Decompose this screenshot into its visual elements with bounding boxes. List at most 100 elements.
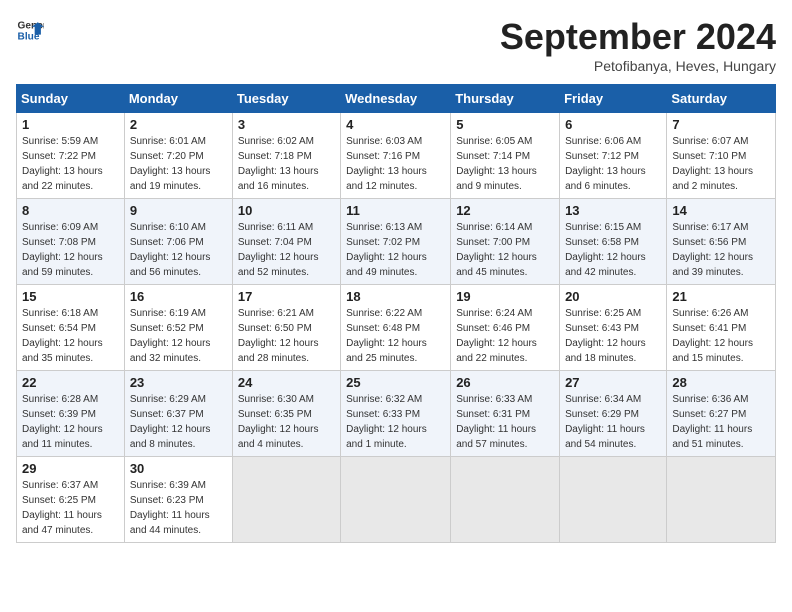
day-info: Sunrise: 6:25 AM Sunset: 6:43 PM Dayligh… [565, 306, 661, 366]
day-number: 1 [22, 117, 119, 132]
calendar-day: 17 Sunrise: 6:21 AM Sunset: 6:50 PM Dayli… [232, 285, 340, 371]
day-number: 30 [130, 461, 227, 476]
day-number: 17 [238, 289, 335, 304]
day-info: Sunrise: 6:36 AM Sunset: 6:27 PM Dayligh… [672, 392, 770, 452]
day-number: 29 [22, 461, 119, 476]
calendar-day: 27 Sunrise: 6:34 AM Sunset: 6:29 PM Dayli… [560, 371, 667, 457]
dow-header-saturday: Saturday [667, 85, 776, 113]
calendar-day: 15 Sunrise: 6:18 AM Sunset: 6:54 PM Dayli… [17, 285, 125, 371]
calendar-day: 28 Sunrise: 6:36 AM Sunset: 6:27 PM Dayli… [667, 371, 776, 457]
day-number: 15 [22, 289, 119, 304]
calendar-day: 13 Sunrise: 6:15 AM Sunset: 6:58 PM Dayli… [560, 199, 667, 285]
calendar-day: 6 Sunrise: 6:06 AM Sunset: 7:12 PM Daylig… [560, 113, 667, 199]
day-info: Sunrise: 6:22 AM Sunset: 6:48 PM Dayligh… [346, 306, 445, 366]
day-info: Sunrise: 6:30 AM Sunset: 6:35 PM Dayligh… [238, 392, 335, 452]
day-info: Sunrise: 6:06 AM Sunset: 7:12 PM Dayligh… [565, 134, 661, 194]
calendar-day [341, 457, 451, 543]
calendar-day: 10Sunrise: 6:11 AM Sunset: 7:04 PM Dayli… [232, 199, 340, 285]
day-info: Sunrise: 6:32 AM Sunset: 6:33 PM Dayligh… [346, 392, 445, 452]
logo: General Blue [16, 16, 44, 44]
day-number: 24 [238, 375, 335, 390]
day-info: Sunrise: 6:17 AM Sunset: 6:56 PM Dayligh… [672, 220, 770, 280]
calendar-week-1: 1 Sunrise: 5:59 AM Sunset: 7:22 PM Daylig… [17, 113, 776, 199]
day-number: 5 [456, 117, 554, 132]
dow-header-wednesday: Wednesday [341, 85, 451, 113]
calendar-day: 14 Sunrise: 6:17 AM Sunset: 6:56 PM Dayli… [667, 199, 776, 285]
day-info: Sunrise: 6:14 AM Sunset: 7:00 PM Dayligh… [456, 220, 554, 280]
calendar-day: 4 Sunrise: 6:03 AM Sunset: 7:16 PM Daylig… [341, 113, 451, 199]
day-number: 14 [672, 203, 770, 218]
day-info: Sunrise: 6:37 AM Sunset: 6:25 PM Dayligh… [22, 478, 119, 538]
calendar-week-5: 29 Sunrise: 6:37 AM Sunset: 6:25 PM Dayli… [17, 457, 776, 543]
logo-icon: General Blue [16, 16, 44, 44]
day-info: Sunrise: 6:01 AM Sunset: 7:20 PM Dayligh… [130, 134, 227, 194]
calendar-day: 21Sunrise: 6:26 AM Sunset: 6:41 PM Dayli… [667, 285, 776, 371]
calendar-day: 18 Sunrise: 6:22 AM Sunset: 6:48 PM Dayli… [341, 285, 451, 371]
calendar-day: 30 Sunrise: 6:39 AM Sunset: 6:23 PM Dayli… [124, 457, 232, 543]
day-info: Sunrise: 6:34 AM Sunset: 6:29 PM Dayligh… [565, 392, 661, 452]
calendar-day: 22Sunrise: 6:28 AM Sunset: 6:39 PM Dayli… [17, 371, 125, 457]
day-info: Sunrise: 6:24 AM Sunset: 6:46 PM Dayligh… [456, 306, 554, 366]
calendar-week-2: 8 Sunrise: 6:09 AM Sunset: 7:08 PM Daylig… [17, 199, 776, 285]
day-info: Sunrise: 6:15 AM Sunset: 6:58 PM Dayligh… [565, 220, 661, 280]
day-info: Sunrise: 6:07 AM Sunset: 7:10 PM Dayligh… [672, 134, 770, 194]
calendar-week-4: 22Sunrise: 6:28 AM Sunset: 6:39 PM Dayli… [17, 371, 776, 457]
calendar-table: SundayMondayTuesdayWednesdayThursdayFrid… [16, 84, 776, 543]
day-info: Sunrise: 6:09 AM Sunset: 7:08 PM Dayligh… [22, 220, 119, 280]
page-header: General Blue September 2024 Petofibanya,… [16, 16, 776, 74]
day-info: Sunrise: 6:21 AM Sunset: 6:50 PM Dayligh… [238, 306, 335, 366]
calendar-day: 1 Sunrise: 5:59 AM Sunset: 7:22 PM Daylig… [17, 113, 125, 199]
day-number: 9 [130, 203, 227, 218]
day-info: Sunrise: 6:29 AM Sunset: 6:37 PM Dayligh… [130, 392, 227, 452]
calendar-day: 9 Sunrise: 6:10 AM Sunset: 7:06 PM Daylig… [124, 199, 232, 285]
calendar-day: 19Sunrise: 6:24 AM Sunset: 6:46 PM Dayli… [451, 285, 560, 371]
day-info: Sunrise: 6:03 AM Sunset: 7:16 PM Dayligh… [346, 134, 445, 194]
calendar-day [451, 457, 560, 543]
day-number: 8 [22, 203, 119, 218]
calendar-day [232, 457, 340, 543]
day-number: 13 [565, 203, 661, 218]
day-number: 26 [456, 375, 554, 390]
day-info: Sunrise: 6:33 AM Sunset: 6:31 PM Dayligh… [456, 392, 554, 452]
day-number: 3 [238, 117, 335, 132]
day-info: Sunrise: 6:10 AM Sunset: 7:06 PM Dayligh… [130, 220, 227, 280]
day-number: 6 [565, 117, 661, 132]
day-info: Sunrise: 6:05 AM Sunset: 7:14 PM Dayligh… [456, 134, 554, 194]
day-info: Sunrise: 6:39 AM Sunset: 6:23 PM Dayligh… [130, 478, 227, 538]
day-info: Sunrise: 6:02 AM Sunset: 7:18 PM Dayligh… [238, 134, 335, 194]
title-block: September 2024 Petofibanya, Heves, Hunga… [500, 16, 776, 74]
calendar-day: 7 Sunrise: 6:07 AM Sunset: 7:10 PM Daylig… [667, 113, 776, 199]
calendar-day: 5 Sunrise: 6:05 AM Sunset: 7:14 PM Daylig… [451, 113, 560, 199]
calendar-day: 26 Sunrise: 6:33 AM Sunset: 6:31 PM Dayli… [451, 371, 560, 457]
day-number: 12 [456, 203, 554, 218]
calendar-day: 12 Sunrise: 6:14 AM Sunset: 7:00 PM Dayli… [451, 199, 560, 285]
day-number: 4 [346, 117, 445, 132]
dow-header-thursday: Thursday [451, 85, 560, 113]
day-info: Sunrise: 6:18 AM Sunset: 6:54 PM Dayligh… [22, 306, 119, 366]
calendar-day: 20Sunrise: 6:25 AM Sunset: 6:43 PM Dayli… [560, 285, 667, 371]
day-number: 16 [130, 289, 227, 304]
day-info: Sunrise: 6:11 AM Sunset: 7:04 PM Dayligh… [238, 220, 335, 280]
day-number: 23 [130, 375, 227, 390]
day-info: Sunrise: 6:19 AM Sunset: 6:52 PM Dayligh… [130, 306, 227, 366]
day-info: Sunrise: 5:59 AM Sunset: 7:22 PM Dayligh… [22, 134, 119, 194]
day-info: Sunrise: 6:26 AM Sunset: 6:41 PM Dayligh… [672, 306, 770, 366]
dow-header-sunday: Sunday [17, 85, 125, 113]
day-number: 11 [346, 203, 445, 218]
day-number: 27 [565, 375, 661, 390]
calendar-day: 16 Sunrise: 6:19 AM Sunset: 6:52 PM Dayli… [124, 285, 232, 371]
calendar-day: 8 Sunrise: 6:09 AM Sunset: 7:08 PM Daylig… [17, 199, 125, 285]
calendar-day: 2Sunrise: 6:01 AM Sunset: 7:20 PM Daylig… [124, 113, 232, 199]
calendar-day: 23 Sunrise: 6:29 AM Sunset: 6:37 PM Dayli… [124, 371, 232, 457]
month-title: September 2024 [500, 16, 776, 58]
day-number: 28 [672, 375, 770, 390]
calendar-day: 11Sunrise: 6:13 AM Sunset: 7:02 PM Dayli… [341, 199, 451, 285]
calendar-day: 24 Sunrise: 6:30 AM Sunset: 6:35 PM Dayli… [232, 371, 340, 457]
calendar-day [667, 457, 776, 543]
location-subtitle: Petofibanya, Heves, Hungary [500, 58, 776, 74]
dow-header-friday: Friday [560, 85, 667, 113]
day-number: 18 [346, 289, 445, 304]
day-number: 7 [672, 117, 770, 132]
day-number: 22 [22, 375, 119, 390]
calendar-day: 3 Sunrise: 6:02 AM Sunset: 7:18 PM Daylig… [232, 113, 340, 199]
